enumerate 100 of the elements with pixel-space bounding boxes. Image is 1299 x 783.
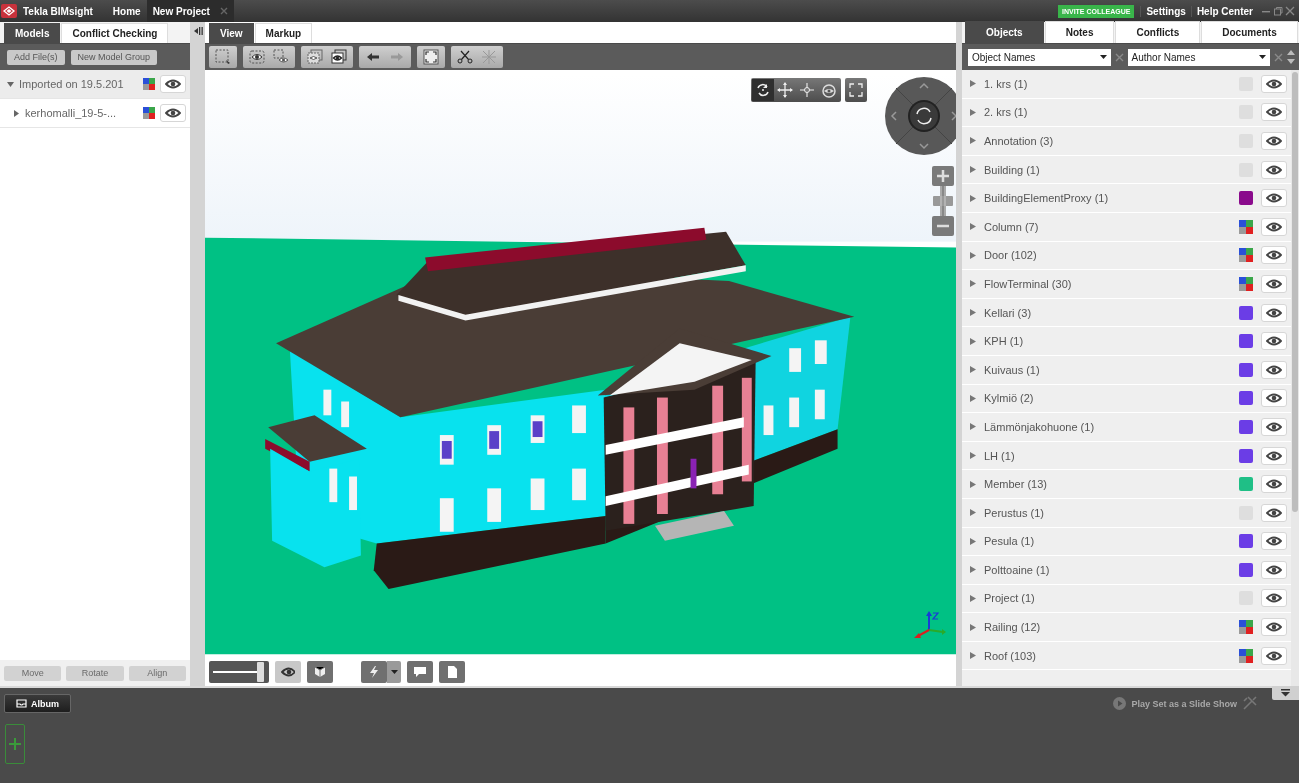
filter-dropdown[interactable]: Author Names [1127,48,1270,66]
color-swatch[interactable] [1239,191,1253,206]
visibility-button[interactable] [1261,560,1287,579]
lightning-button[interactable] [361,661,387,683]
zoom-out-icon[interactable] [932,216,954,236]
expand-arrow-icon[interactable] [970,223,976,231]
expand-arrow-icon[interactable] [13,109,20,117]
expand-arrow-icon[interactable] [970,452,976,459]
visibility-button[interactable] [1261,189,1287,208]
tab[interactable]: Notes [1044,21,1115,43]
visibility-button[interactable] [1261,160,1287,179]
object-group-row[interactable]: Building (1) [962,155,1291,185]
close-icon[interactable] [1285,6,1295,16]
tab[interactable]: Markup [254,23,313,43]
object-group-row[interactable]: Pesula (1) [962,527,1291,557]
visibility-button[interactable] [160,75,186,93]
object-group-row[interactable]: LH (1) [962,441,1291,471]
expand-arrow-icon[interactable] [970,137,976,145]
zoom-slider-icon[interactable] [932,186,954,216]
object-group-row[interactable]: Roof (103) [962,641,1291,671]
show-all-button[interactable] [328,47,350,67]
object-group-row[interactable]: BuildingElementProxy (1) [962,184,1291,213]
tab[interactable]: Conflicts [1115,21,1201,43]
visibility-button[interactable] [1261,103,1287,122]
object-group-row[interactable]: 1. krs (1) [962,70,1291,99]
visibility-button[interactable] [1261,646,1287,665]
dropdown-button[interactable] [387,661,401,683]
object-group-row[interactable]: Kellari (3) [962,298,1291,328]
visibility-button[interactable] [1261,618,1287,637]
object-group-row[interactable]: 2. krs (1) [962,98,1291,128]
collapse-bar-button[interactable] [1272,686,1299,700]
expand-arrow-icon[interactable] [970,166,976,174]
add-slide-button[interactable] [5,724,25,764]
object-group-row[interactable]: Kuivaus (1) [962,355,1291,385]
close-icon[interactable] [219,7,228,15]
document-button[interactable] [439,661,465,683]
transparency-slider[interactable] [209,661,269,683]
color-swatch-icon[interactable] [1239,276,1253,291]
color-swatch[interactable] [1239,477,1253,492]
expand-arrow-icon[interactable] [970,423,976,431]
visibility-button[interactable] [1261,389,1287,408]
album-button[interactable]: Album [4,694,71,713]
visibility-button[interactable] [1261,132,1287,150]
active-tab[interactable]: Models [4,23,61,43]
expand-arrow-icon[interactable] [970,251,976,259]
active-tab[interactable]: Objects [965,21,1044,43]
expand-arrow-icon[interactable] [970,595,976,602]
visibility-button[interactable] [1261,503,1287,522]
tab[interactable]: Conflict Checking [61,23,169,43]
hide-selected-button[interactable] [246,47,268,67]
collapse-panel-icon[interactable] [192,26,203,36]
window-tab[interactable]: New Project [146,0,234,22]
expand-arrow-icon[interactable] [970,652,976,660]
visibility-button[interactable] [1261,74,1287,93]
visibility-button[interactable] [1261,360,1287,379]
object-group-row[interactable]: KPH (1) [962,327,1291,356]
expand-arrow-icon[interactable] [970,366,976,374]
speech-bubble-button[interactable] [407,661,433,683]
expand-arrow-icon[interactable] [970,309,976,317]
tree-row[interactable]: kerhomalli_19-5-... [0,99,190,128]
color-swatch[interactable] [1239,448,1253,463]
object-group-row[interactable]: Project (1) [962,584,1291,614]
visibility-button[interactable] [1261,274,1287,293]
restore-icon[interactable] [1273,6,1283,16]
scrollbar-thumb[interactable] [1292,72,1298,512]
collapse-arrow-icon[interactable] [7,80,14,88]
visibility-button[interactable] [1261,532,1287,551]
visibility-button[interactable] [1261,246,1287,265]
slideshow-link[interactable]: Play Set as a Slide Show [1131,698,1237,709]
expand-arrow-icon[interactable] [970,480,976,488]
fullscreen-button[interactable] [845,78,867,102]
window-tab[interactable]: Home [106,0,147,22]
visibility-button[interactable] [1261,217,1287,236]
rotate-button[interactable] [752,79,774,101]
visibility-button[interactable] [1261,303,1287,322]
expand-arrow-icon[interactable] [970,194,976,202]
visibility-button[interactable] [160,104,186,122]
zoom-in-icon[interactable] [932,166,954,186]
object-group-row[interactable]: Perustus (1) [962,498,1291,528]
tree-row[interactable]: Imported on 19.5.201 [0,70,190,99]
color-swatch[interactable] [1239,362,1253,377]
object-group-row[interactable]: Member (13) [962,470,1291,499]
object-group-row[interactable]: Railing (12) [962,613,1291,642]
expand-arrow-icon[interactable] [970,623,976,631]
add-files-button[interactable]: Add File(s) [7,49,65,65]
visibility-button[interactable] [1261,417,1287,436]
color-swatch[interactable] [1239,534,1253,549]
object-group-row[interactable]: Column (7) [962,212,1291,242]
color-swatch[interactable] [1239,562,1253,577]
expand-arrow-icon[interactable] [970,537,976,545]
color-swatch-icon[interactable] [1239,248,1253,263]
expand-arrow-icon[interactable] [970,566,976,574]
object-group-row[interactable]: Annotation (3) [962,127,1291,156]
visibility-button[interactable] [1261,446,1287,465]
visibility-button[interactable] [1261,332,1287,351]
object-group-row[interactable]: FlowTerminal (30) [962,270,1291,299]
expand-arrow-icon[interactable] [970,80,976,88]
color-swatch[interactable] [1239,334,1253,349]
menu-link[interactable]: Help Center [1190,5,1258,17]
expand-arrow-icon[interactable] [970,108,976,116]
